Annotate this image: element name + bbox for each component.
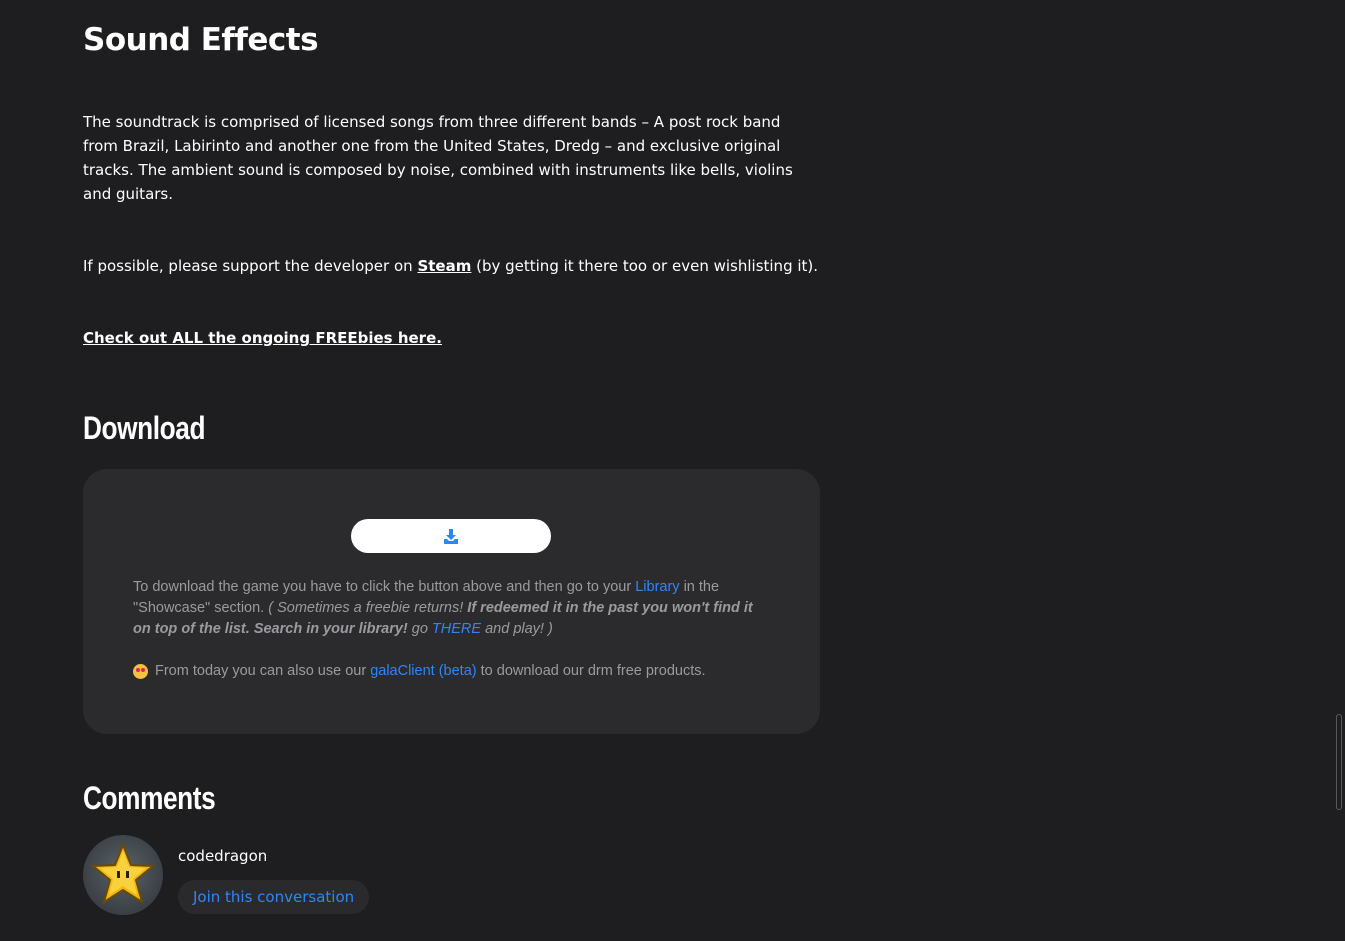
- download-button[interactable]: [351, 519, 551, 553]
- there-link[interactable]: THERE: [432, 621, 481, 637]
- instructions-italic-2: go: [407, 621, 432, 637]
- instructions-text-1: To download the game you have to click t…: [133, 579, 636, 595]
- download-title: Download: [83, 410, 206, 446]
- library-link[interactable]: Library: [635, 579, 679, 595]
- note-suffix: to download our drm free products.: [480, 663, 706, 679]
- galaclient-note: From today you can also use our galaClie…: [133, 661, 706, 682]
- support-suffix: (by getting it there too or even wishlis…: [471, 257, 819, 275]
- sound-effects-title: Sound Effects: [83, 22, 319, 58]
- scrollbar-thumb[interactable]: [1336, 714, 1342, 810]
- scrollbar[interactable]: [1333, 0, 1345, 941]
- support-prefix: If possible, please support the develope…: [83, 257, 418, 275]
- freebies-link[interactable]: Check out ALL the ongoing FREEbies here.: [83, 329, 442, 347]
- comment-username[interactable]: codedragon: [178, 847, 267, 865]
- support-paragraph: If possible, please support the develope…: [83, 254, 818, 278]
- galaclient-link[interactable]: galaClient (beta): [370, 661, 476, 682]
- avatar[interactable]: [83, 835, 163, 915]
- download-instructions: To download the game you have to click t…: [133, 577, 773, 640]
- join-conversation-button[interactable]: Join this conversation: [178, 880, 370, 914]
- star-struck-emoji-icon: [133, 664, 148, 679]
- sound-effects-paragraph: The soundtrack is comprised of licensed …: [83, 113, 793, 203]
- instructions-italic-1: ( Sometimes a freebie returns!: [268, 600, 468, 616]
- star-avatar-icon: [90, 842, 156, 905]
- instructions-italic-3: and play! ): [481, 621, 553, 637]
- comments-title: Comments: [83, 780, 216, 816]
- freebies-paragraph: Check out ALL the ongoing FREEbies here.: [83, 326, 813, 350]
- note-prefix: From today you can also use our: [155, 663, 367, 679]
- download-card: To download the game you have to click t…: [83, 469, 820, 734]
- download-icon: [444, 528, 458, 544]
- page: Sound Effects The soundtrack is comprise…: [0, 0, 1345, 941]
- steam-link[interactable]: Steam: [417, 257, 471, 275]
